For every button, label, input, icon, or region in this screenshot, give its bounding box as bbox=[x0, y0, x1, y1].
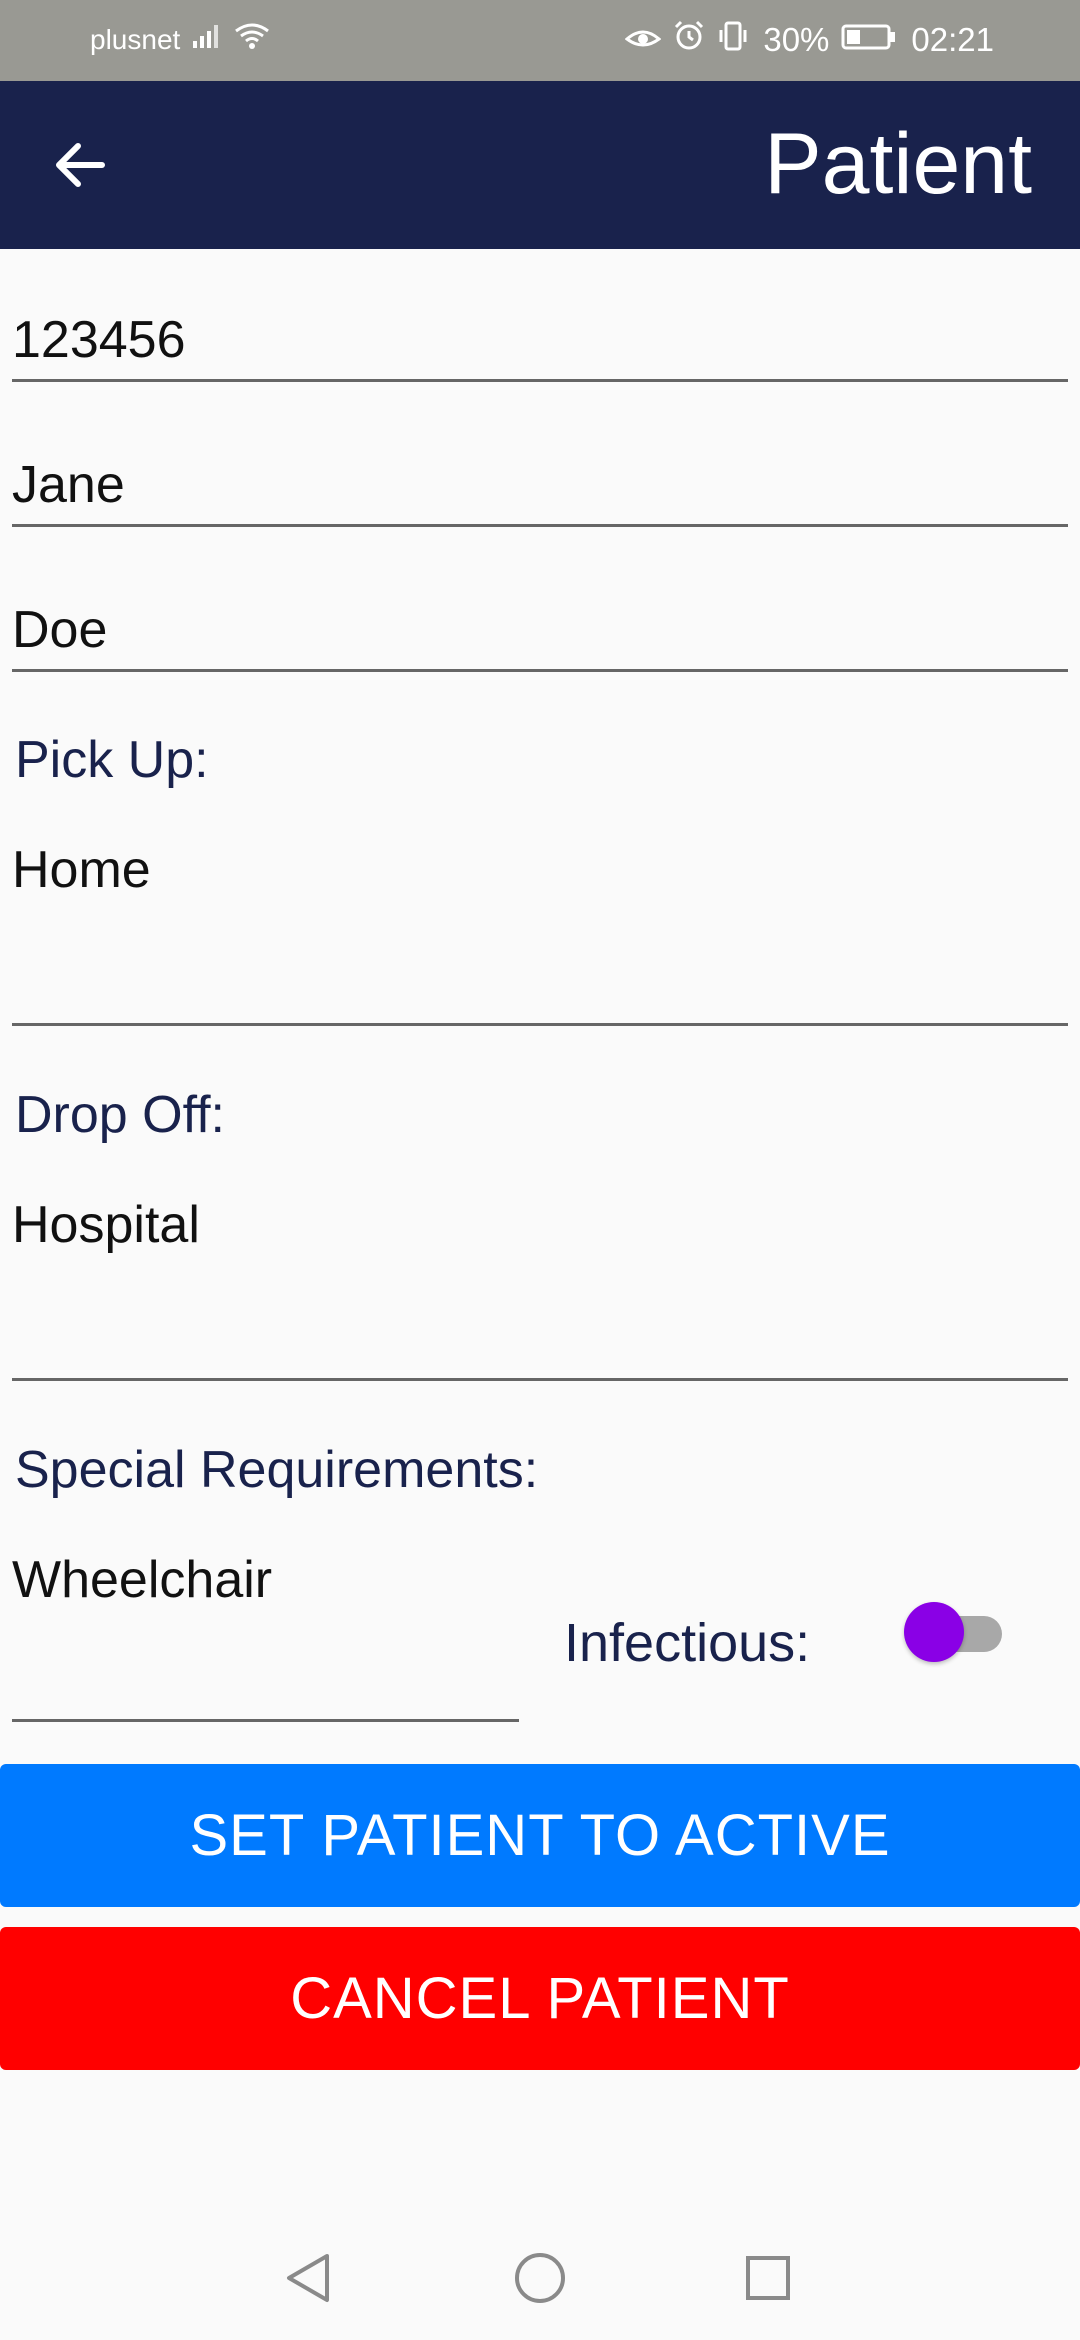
dropoff-value: Hospital bbox=[12, 1196, 200, 1254]
signal-icon bbox=[192, 23, 222, 56]
navigation-bar bbox=[0, 2220, 1080, 2340]
first-name-value: Jane bbox=[12, 456, 125, 514]
recents-square-icon bbox=[741, 2251, 795, 2310]
alarm-icon bbox=[673, 20, 705, 60]
special-requirements-field[interactable]: Wheelchair bbox=[12, 1530, 519, 1722]
infectious-label: Infectious: bbox=[564, 1613, 811, 1673]
status-left: plusnet bbox=[90, 22, 270, 57]
pickup-value: Home bbox=[12, 841, 151, 899]
nav-home-button[interactable] bbox=[502, 2242, 578, 2318]
last-name-field[interactable]: Doe bbox=[12, 590, 1068, 672]
back-triangle-icon bbox=[281, 2251, 335, 2310]
patient-id-value: 123456 bbox=[12, 311, 186, 369]
battery-icon bbox=[841, 21, 897, 59]
pickup-field[interactable]: Home bbox=[12, 820, 1068, 1026]
app-bar: Patient bbox=[0, 81, 1080, 249]
cancel-patient-button[interactable]: CANCEL PATIENT bbox=[0, 1927, 1080, 2070]
status-right: 30% 02:21 bbox=[613, 20, 994, 60]
set-patient-active-button[interactable]: SET PATIENT TO ACTIVE bbox=[0, 1764, 1080, 1907]
toggle-thumb bbox=[904, 1602, 964, 1662]
infectious-toggle[interactable] bbox=[904, 1600, 1004, 1664]
dropoff-label: Drop Off: bbox=[15, 1086, 226, 1144]
clock: 02:21 bbox=[911, 21, 994, 58]
vibrate-icon bbox=[717, 20, 749, 60]
status-bar: plusnet 30% 02:21 bbox=[0, 0, 1080, 81]
nav-recents-button[interactable] bbox=[730, 2242, 806, 2318]
arrow-left-icon bbox=[50, 135, 110, 200]
home-circle-icon bbox=[512, 2250, 568, 2311]
page-title: Patient bbox=[764, 116, 1032, 212]
wifi-icon bbox=[234, 22, 270, 57]
carrier-name: plusnet bbox=[90, 23, 181, 55]
special-requirements-label: Special Requirements: bbox=[15, 1441, 539, 1499]
eye-comfort-icon bbox=[624, 21, 662, 59]
battery-percent: 30% bbox=[763, 21, 830, 58]
pickup-label: Pick Up: bbox=[15, 731, 209, 789]
special-requirements-value: Wheelchair bbox=[12, 1551, 273, 1609]
back-button[interactable] bbox=[40, 127, 120, 207]
nav-back-button[interactable] bbox=[270, 2242, 346, 2318]
dropoff-field[interactable]: Hospital bbox=[12, 1175, 1068, 1381]
first-name-field[interactable]: Jane bbox=[12, 445, 1068, 527]
patient-id-field[interactable]: 123456 bbox=[12, 300, 1068, 382]
last-name-value: Doe bbox=[12, 601, 108, 659]
